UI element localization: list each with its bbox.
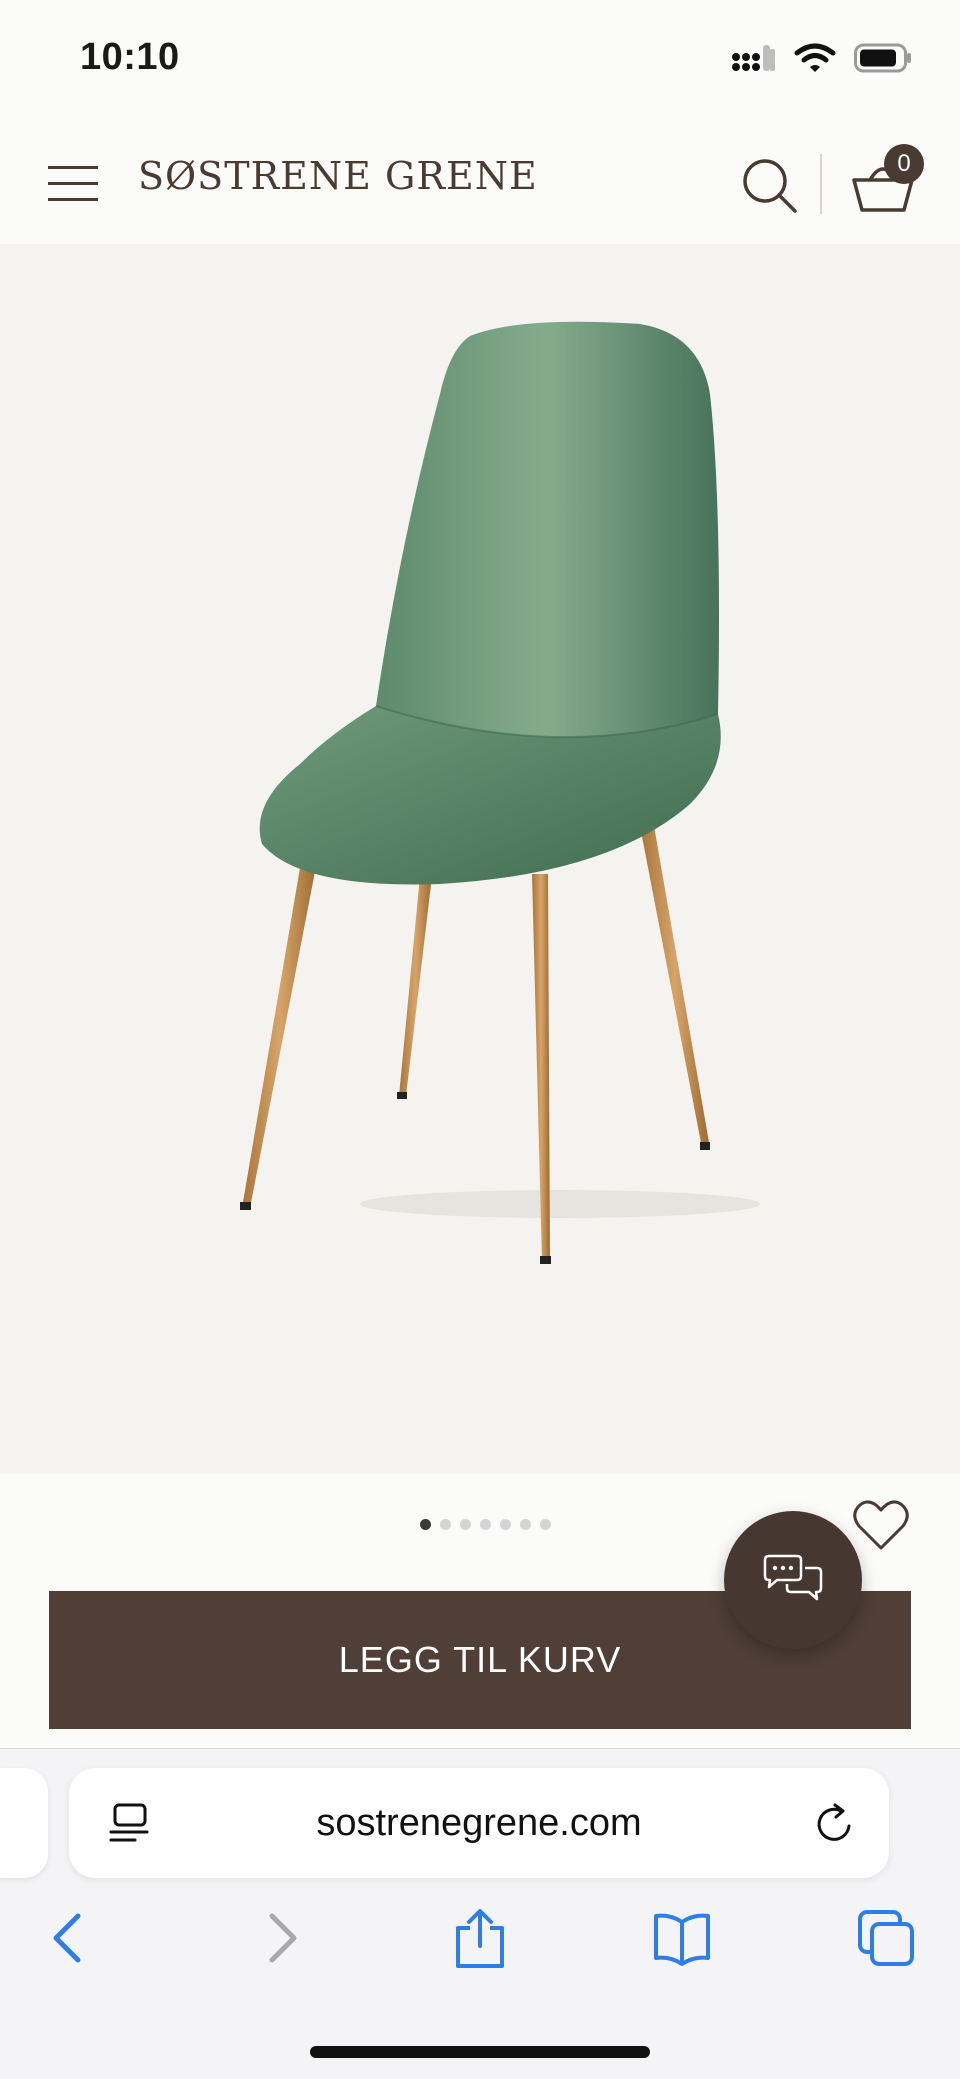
menu-icon[interactable] — [48, 164, 100, 204]
carousel-dot[interactable] — [500, 1519, 511, 1530]
previous-tab-card[interactable] — [0, 1768, 48, 1878]
battery-icon — [854, 43, 911, 73]
chevron-left-icon[interactable] — [40, 1908, 100, 1968]
header-divider — [820, 154, 822, 214]
share-icon[interactable] — [450, 1908, 510, 1968]
chair-image — [240, 321, 760, 1264]
status-icons — [730, 42, 912, 74]
chat-button[interactable] — [724, 1511, 862, 1649]
tabs-icon[interactable] — [856, 1908, 916, 1968]
carousel-dot[interactable] — [420, 1519, 431, 1530]
home-indicator — [310, 2046, 650, 2058]
wifi-icon — [794, 43, 836, 72]
carousel-dot[interactable] — [480, 1519, 491, 1530]
chevron-right-icon[interactable] — [250, 1908, 310, 1968]
product-image[interactable] — [0, 244, 960, 1474]
site-header: SØSTRENE GRENE — [0, 120, 960, 244]
carousel-dot[interactable] — [520, 1519, 531, 1530]
reload-icon[interactable] — [813, 1802, 857, 1846]
address-bar[interactable]: sostrenegrene.com — [69, 1768, 889, 1878]
carousel-dot[interactable] — [460, 1519, 471, 1530]
search-icon[interactable] — [740, 156, 800, 216]
heart-icon[interactable] — [852, 1498, 910, 1552]
status-time: 10:10 — [80, 36, 180, 78]
carousel-dot[interactable] — [440, 1519, 451, 1530]
cellular-signal-icon — [732, 45, 775, 71]
chat-icon — [763, 1554, 823, 1601]
book-icon[interactable] — [652, 1908, 712, 1968]
cart-count-badge: 0 — [884, 144, 924, 184]
brand-logo[interactable]: SØSTRENE GRENE — [138, 154, 538, 198]
url-text[interactable]: sostrenegrene.com — [69, 1768, 889, 1878]
carousel-dot[interactable] — [540, 1519, 551, 1530]
add-to-cart-label: LEGG TIL KURV — [338, 1639, 622, 1680]
carousel-indicator[interactable] — [420, 1519, 551, 1530]
